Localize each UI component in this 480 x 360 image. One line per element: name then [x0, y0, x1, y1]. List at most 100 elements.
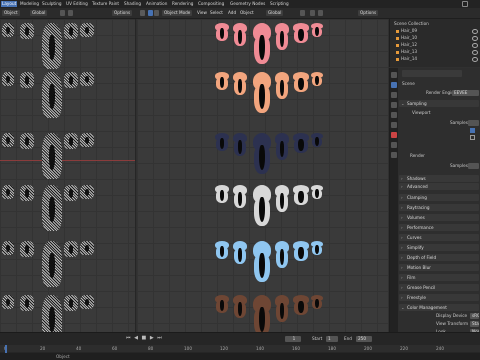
hair-model[interactable]: [215, 185, 229, 205]
workspace-tab-sculpting[interactable]: Sculpting: [42, 1, 62, 7]
wireframe-hair-model[interactable]: [2, 241, 14, 255]
wireframe-hair-model[interactable]: [20, 72, 34, 88]
hair-model[interactable]: [233, 133, 247, 159]
hair-model[interactable]: [215, 241, 229, 261]
options-dropdown[interactable]: Options: [358, 10, 379, 16]
scene-tab-icon[interactable]: [391, 112, 397, 118]
outliner-item[interactable]: Hair_10: [396, 35, 417, 41]
clamping-section[interactable]: › Clamping: [399, 194, 479, 201]
visibility-eye-icon[interactable]: [472, 57, 478, 62]
shadows-section[interactable]: › Shadows: [399, 175, 479, 182]
scene-collection-label[interactable]: Scene Collection: [394, 21, 429, 27]
wireframe-hair-model[interactable]: [20, 241, 34, 257]
scene-icon[interactable]: [462, 1, 468, 7]
wireframe-hair-model[interactable]: [80, 133, 94, 147]
wireframe-hair-model[interactable]: [64, 23, 78, 39]
wireframe-hair-model[interactable]: [80, 185, 94, 199]
snap-toggle-icon[interactable]: [310, 10, 315, 16]
hair-model[interactable]: [233, 23, 247, 49]
wireframe-hair-model[interactable]: [64, 185, 78, 201]
outliner-item[interactable]: Hair_13: [396, 49, 417, 55]
hair-model[interactable]: [215, 72, 229, 92]
wireframe-hair-model[interactable]: [20, 295, 34, 311]
simplify-section[interactable]: › Simplify: [399, 244, 479, 251]
render-subsection[interactable]: Render: [410, 152, 425, 159]
hair-model[interactable]: [215, 295, 229, 315]
motion-blur-section[interactable]: › Motion Blur: [399, 264, 479, 271]
workspace-tab-uv-editing[interactable]: UV Editing: [66, 1, 88, 7]
advanced-section[interactable]: › Advanced: [399, 183, 479, 190]
playback-controls[interactable]: ⏮ ◀ ■ ▶ ⏭: [126, 335, 163, 341]
wireframe-hair-model[interactable]: [2, 185, 14, 199]
hair-model[interactable]: [275, 295, 289, 325]
wireframe-hair-model[interactable]: [2, 133, 14, 147]
texture-tab-icon[interactable]: [391, 152, 397, 158]
editor-type-icon[interactable]: [140, 10, 145, 16]
wireframe-hair-model[interactable]: [64, 72, 78, 88]
start-frame-field[interactable]: 1: [326, 336, 338, 342]
hair-model[interactable]: [253, 23, 271, 69]
outliner-item[interactable]: Hair_14: [396, 56, 417, 62]
view-layer-tab-icon[interactable]: [391, 102, 397, 108]
hair-model[interactable]: [233, 295, 247, 321]
performance-section[interactable]: › Performance: [399, 224, 479, 231]
modifier-tab-icon[interactable]: [391, 142, 397, 148]
viewport-subsection[interactable]: Viewport: [412, 109, 431, 116]
wireframe-hair-model[interactable]: [42, 295, 62, 332]
tool-tab-icon[interactable]: [391, 72, 397, 78]
viewport-samples-field[interactable]: [468, 120, 479, 126]
frame-ruler[interactable]: 020406080100120140160180200220240: [0, 345, 480, 352]
hair-model[interactable]: [311, 241, 323, 257]
render-engine-dropdown[interactable]: EEVEE: [452, 90, 479, 96]
workspace-tab-rendering[interactable]: Rendering: [172, 1, 193, 7]
raytracing-section[interactable]: › Raytracing: [399, 204, 479, 211]
workspace-tab-scripting[interactable]: Scripting: [270, 1, 289, 7]
workspace-tab-animation[interactable]: Animation: [146, 1, 167, 7]
wireframe-hair-model[interactable]: [42, 133, 62, 179]
wireframe-hair-model[interactable]: [2, 295, 14, 309]
hair-model[interactable]: [253, 133, 271, 179]
color-management-section[interactable]: ⌄ Color Management: [399, 304, 479, 311]
hair-model[interactable]: [293, 133, 309, 155]
workspace-tab-compositing[interactable]: Compositing: [198, 1, 224, 7]
object-menu[interactable]: Object: [240, 10, 254, 16]
hair-model[interactable]: [293, 23, 309, 45]
hair-model[interactable]: [293, 72, 309, 94]
select-box-icon[interactable]: [148, 10, 153, 16]
hair-model[interactable]: [215, 23, 229, 43]
transform-orientation-dropdown[interactable]: Global: [266, 10, 284, 16]
hair-model[interactable]: [233, 241, 247, 267]
wireframe-hair-model[interactable]: [2, 23, 14, 37]
object-tab-icon[interactable]: [391, 132, 397, 138]
outliner-item[interactable]: Hair_09: [396, 28, 417, 34]
hair-model[interactable]: [311, 133, 323, 149]
left-options-dropdown[interactable]: Options: [112, 10, 133, 16]
hair-model[interactable]: [233, 185, 247, 211]
visibility-eye-icon[interactable]: [472, 36, 478, 41]
hair-model[interactable]: [275, 133, 289, 163]
pivot-icon[interactable]: [300, 10, 305, 16]
film-section[interactable]: › Film: [399, 274, 479, 281]
wireframe-hair-model[interactable]: [42, 23, 62, 69]
wireframe-hair-model[interactable]: [64, 241, 78, 257]
wireframe-hair-model[interactable]: [80, 241, 94, 255]
hair-model[interactable]: [311, 23, 323, 39]
jitter-checkbox[interactable]: [470, 135, 475, 140]
add-menu[interactable]: Add: [228, 10, 236, 16]
mode-dropdown[interactable]: Object Mode: [162, 10, 193, 16]
proportional-icon[interactable]: [68, 10, 73, 16]
hair-model[interactable]: [275, 185, 289, 215]
left-viewport[interactable]: [0, 19, 136, 332]
output-tab-icon[interactable]: [391, 92, 397, 98]
depth-of-field-section[interactable]: › Depth of Field: [399, 254, 479, 261]
hair-model[interactable]: [311, 185, 323, 201]
hair-model[interactable]: [275, 241, 289, 271]
hair-model[interactable]: [253, 241, 271, 287]
wireframe-hair-model[interactable]: [42, 185, 62, 231]
wireframe-hair-model[interactable]: [20, 133, 34, 149]
visibility-eye-icon[interactable]: [472, 43, 478, 48]
hair-model[interactable]: [253, 185, 271, 231]
wireframe-hair-model[interactable]: [64, 295, 78, 311]
wireframe-hair-model[interactable]: [64, 133, 78, 149]
display-device-dropdown[interactable]: sRGB: [470, 313, 479, 319]
